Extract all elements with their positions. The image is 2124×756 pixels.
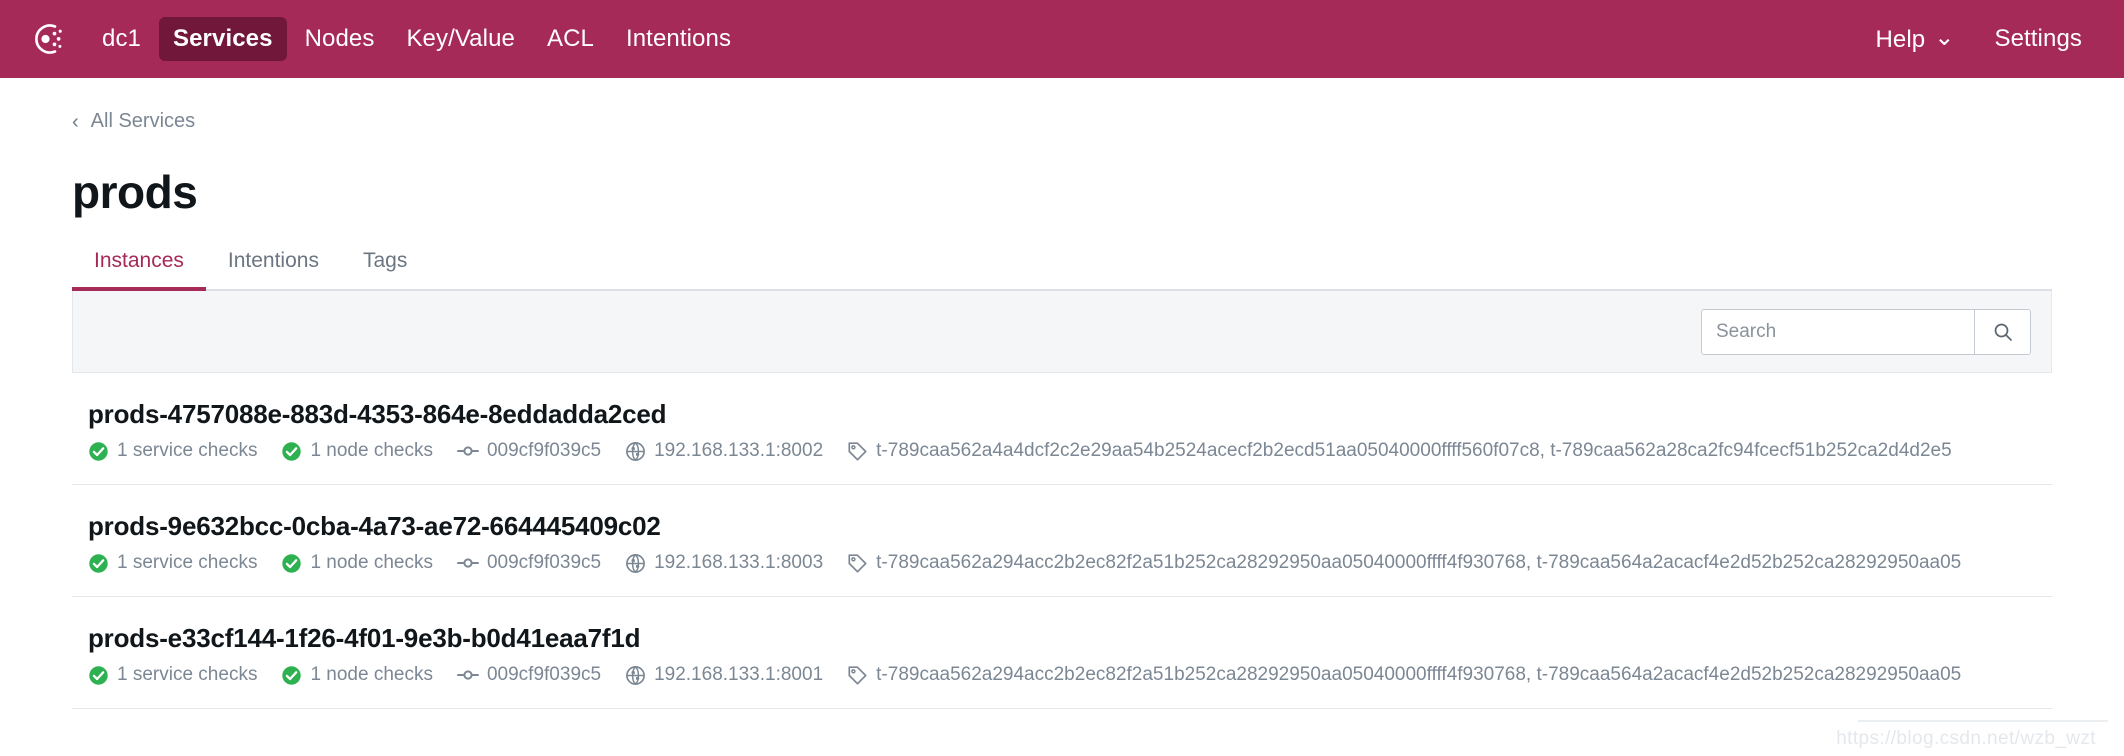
instance-tags-label: t-789caa562a294acc2b2ec82f2a51b252ca2829… xyxy=(876,552,1962,573)
consul-logo-icon[interactable] xyxy=(24,16,70,62)
filter-bar xyxy=(72,291,2052,373)
instance-name[interactable]: prods-4757088e-883d-4353-864e-8eddadda2c… xyxy=(88,399,2052,430)
search-button[interactable] xyxy=(1974,309,2030,354)
check-circle-icon xyxy=(281,665,302,686)
globe-icon xyxy=(625,553,646,574)
node-id: 009cf9f039c5 xyxy=(456,552,602,574)
instance-name[interactable]: prods-9e632bcc-0cba-4a73-ae72-664445409c… xyxy=(88,511,2052,542)
search-box xyxy=(1701,308,2031,355)
table-row[interactable]: prods-4757088e-883d-4353-864e-8eddadda2c… xyxy=(72,373,2052,485)
secondary-nav-items: Help ⌄ Settings xyxy=(1873,16,2084,62)
chevron-left-icon: ‹ xyxy=(72,110,79,133)
instance-meta: 1 service checks 1 node checks 009cf9f03… xyxy=(88,440,2052,462)
instance-meta: 1 service checks 1 node checks 009cf9f03… xyxy=(88,552,2052,574)
nav-nodes[interactable]: Nodes xyxy=(291,17,389,61)
instance-name[interactable]: prods-e33cf144-1f26-4f01-9e3b-b0d41eaa7f… xyxy=(88,623,2052,654)
instance-tags-label: t-789caa562a4a4dcf2c2e29aa54b2524acecf2b… xyxy=(876,440,1952,461)
node-checks-label: 1 node checks xyxy=(310,664,433,685)
nav-acl[interactable]: ACL xyxy=(533,17,608,61)
service-checks: 1 service checks xyxy=(88,552,257,574)
nav-services[interactable]: Services xyxy=(159,17,287,61)
page-content: ‹ All Services prods Instances Intention… xyxy=(0,78,2124,709)
instance-tags: t-789caa562a4a4dcf2c2e29aa54b2524acecf2b… xyxy=(847,440,1952,462)
instance-meta: 1 service checks 1 node checks 009cf9f03… xyxy=(88,664,2052,686)
node-id-label: 009cf9f039c5 xyxy=(486,440,602,461)
tag-icon xyxy=(847,553,868,574)
check-circle-icon xyxy=(88,553,109,574)
service-checks: 1 service checks xyxy=(88,664,257,686)
instance-address-label: 192.168.133.1:8003 xyxy=(654,552,824,573)
node-checks: 1 node checks xyxy=(281,552,433,574)
primary-nav-items: dc1 Services Nodes Key/Value ACL Intenti… xyxy=(88,17,745,61)
page-title: prods xyxy=(72,166,198,218)
watermark-rule xyxy=(1858,720,2108,722)
node-checks: 1 node checks xyxy=(281,440,433,462)
globe-icon xyxy=(625,441,646,462)
node-checks: 1 node checks xyxy=(281,664,433,686)
service-checks: 1 service checks xyxy=(88,440,257,462)
nav-key-value[interactable]: Key/Value xyxy=(392,17,529,61)
breadcrumb-label: All Services xyxy=(90,110,196,132)
breadcrumb-all-services[interactable]: ‹ All Services xyxy=(72,78,195,133)
instance-list: prods-4757088e-883d-4353-864e-8eddadda2c… xyxy=(72,373,2052,709)
check-circle-icon xyxy=(88,441,109,462)
search-input[interactable] xyxy=(1702,309,1974,354)
nav-settings[interactable]: Settings xyxy=(1992,17,2084,61)
instance-address-label: 192.168.133.1:8002 xyxy=(654,440,824,461)
watermark: https://blog.csdn.net/wzb_wzt xyxy=(1836,728,2096,749)
check-circle-icon xyxy=(88,665,109,686)
check-circle-icon xyxy=(281,441,302,462)
instance-address: 192.168.133.1:8002 xyxy=(625,440,823,462)
node-id: 009cf9f039c5 xyxy=(456,440,602,462)
instance-tags-label: t-789caa562a294acc2b2ec82f2a51b252ca2829… xyxy=(876,664,1962,685)
instance-address: 192.168.133.1:8001 xyxy=(625,664,823,686)
search-icon xyxy=(1992,321,2014,343)
service-checks-label: 1 service checks xyxy=(117,440,258,461)
node-id: 009cf9f039c5 xyxy=(456,664,602,686)
tag-icon xyxy=(847,441,868,462)
chevron-down-icon: ⌄ xyxy=(1934,24,1955,51)
node-icon xyxy=(456,444,479,458)
service-checks-label: 1 service checks xyxy=(117,664,258,685)
instance-address: 192.168.133.1:8003 xyxy=(625,552,823,574)
top-navigation-bar: dc1 Services Nodes Key/Value ACL Intenti… xyxy=(0,0,2124,78)
nav-datacenter[interactable]: dc1 xyxy=(88,17,155,61)
nav-intentions[interactable]: Intentions xyxy=(612,17,745,61)
node-id-label: 009cf9f039c5 xyxy=(486,552,602,573)
service-checks-label: 1 service checks xyxy=(117,552,258,573)
table-row[interactable]: prods-e33cf144-1f26-4f01-9e3b-b0d41eaa7f… xyxy=(72,597,2052,709)
node-icon xyxy=(456,556,479,570)
tab-bar: Instances Intentions Tags xyxy=(72,235,2052,291)
tag-icon xyxy=(847,665,868,686)
table-row[interactable]: prods-9e632bcc-0cba-4a73-ae72-664445409c… xyxy=(72,485,2052,597)
tab-instances[interactable]: Instances xyxy=(72,235,206,291)
check-circle-icon xyxy=(281,553,302,574)
globe-icon xyxy=(625,665,646,686)
tab-tags[interactable]: Tags xyxy=(341,235,429,289)
tab-intentions[interactable]: Intentions xyxy=(206,235,341,289)
node-id-label: 009cf9f039c5 xyxy=(486,664,602,685)
nav-help[interactable]: Help ⌄ xyxy=(1873,16,1956,62)
instance-tags: t-789caa562a294acc2b2ec82f2a51b252ca2829… xyxy=(847,664,1961,686)
nav-help-label: Help xyxy=(1875,26,1926,53)
instance-tags: t-789caa562a294acc2b2ec82f2a51b252ca2829… xyxy=(847,552,1961,574)
instance-address-label: 192.168.133.1:8001 xyxy=(654,664,824,685)
node-icon xyxy=(456,668,479,682)
node-checks-label: 1 node checks xyxy=(310,440,433,461)
node-checks-label: 1 node checks xyxy=(310,552,433,573)
